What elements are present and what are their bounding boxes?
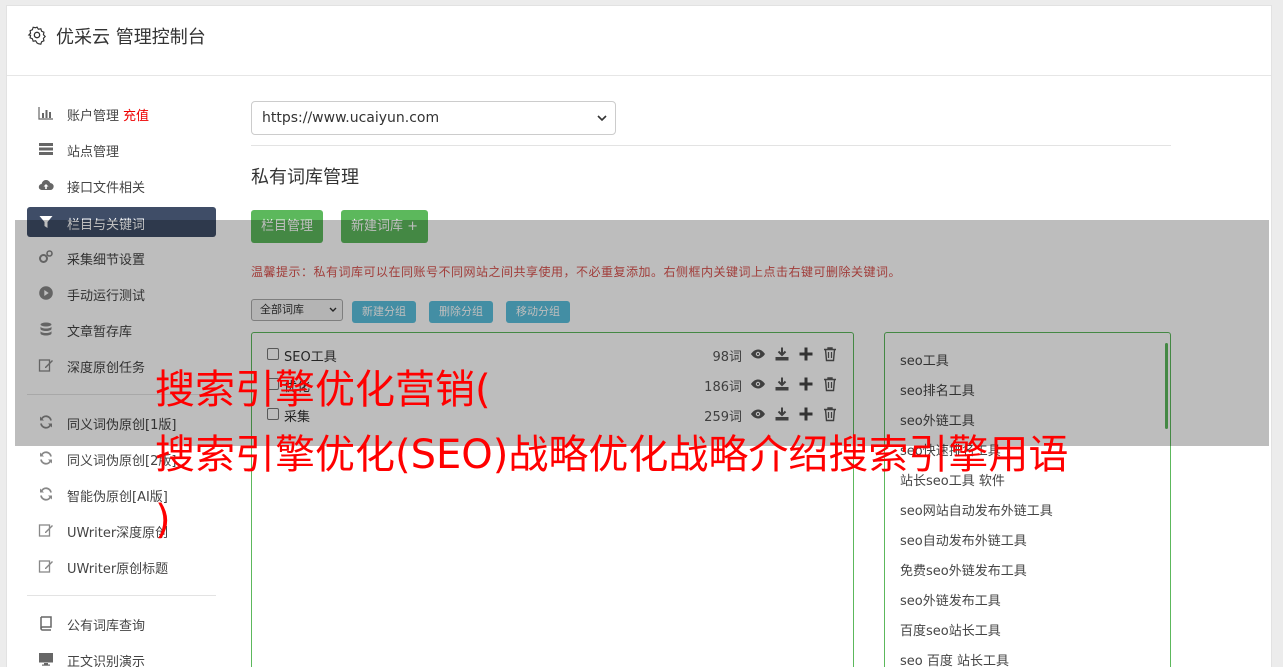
overlay-headline: 搜索引擎优化营销( 搜索引擎优化(SEO)战略优化战略介绍搜索引擎用语 )	[155, 358, 1165, 553]
divider	[251, 145, 1171, 146]
sidebar-item-uwriter-title[interactable]: UWriter原创标题	[27, 551, 216, 581]
sidebar-divider	[27, 595, 216, 596]
edit-icon	[38, 560, 53, 573]
server-icon	[39, 143, 53, 155]
cloud-upload-icon	[38, 180, 54, 191]
headline-line: 搜索引擎优化(SEO)战略优化战略介绍搜索引擎用语	[155, 432, 1069, 478]
sidebar-item-label: 公有词库查询	[67, 619, 146, 634]
sidebar-item-label: 账户管理	[67, 109, 120, 124]
headline-line: 搜索引擎优化营销(	[155, 367, 491, 413]
keyword-item[interactable]: seo外链发布工具	[900, 590, 1001, 609]
sidebar-item-label: 站点管理	[67, 145, 120, 160]
sidebar-item-content-recognition[interactable]: 正文识别演示	[27, 644, 216, 667]
refresh-icon	[40, 451, 52, 465]
sidebar-item-label: 智能伪原创[AI版]	[67, 490, 168, 505]
sidebar-item-sites[interactable]: 站点管理	[27, 134, 216, 164]
monitor-icon	[39, 653, 53, 666]
book-icon	[40, 616, 52, 631]
sidebar-item-label: UWriter原创标题	[67, 562, 169, 577]
site-select-value: https://www.ucaiyun.com	[262, 110, 440, 126]
bar-chart-icon	[38, 107, 53, 120]
keyword-item[interactable]: 百度seo站长工具	[900, 620, 1001, 639]
page-title: 优采云 管理控制台	[56, 27, 206, 48]
keyword-item[interactable]: seo 百度 站长工具	[900, 650, 1009, 667]
gear-icon	[27, 26, 46, 45]
site-select[interactable]: https://www.ucaiyun.com	[251, 101, 616, 135]
sidebar-item-label: 接口文件相关	[67, 181, 146, 196]
sidebar-item-interface[interactable]: 接口文件相关	[27, 170, 216, 200]
sidebar-item-label: 正文识别演示	[67, 655, 146, 667]
recharge-link[interactable]: 充值	[123, 109, 149, 124]
chevron-down-icon	[597, 115, 607, 122]
headline-line: )	[155, 497, 171, 543]
refresh-icon	[40, 487, 52, 501]
sidebar-item-label: UWriter深度原创	[67, 526, 169, 541]
sidebar-item-account[interactable]: 账户管理 充值	[27, 98, 216, 128]
keyword-item[interactable]: 免费seo外链发布工具	[900, 560, 1027, 579]
edit-icon	[38, 524, 53, 537]
section-title: 私有词库管理	[251, 167, 359, 188]
sidebar-item-public-library[interactable]: 公有词库查询	[27, 608, 216, 638]
top-bar: 优采云 管理控制台	[7, 6, 1271, 76]
